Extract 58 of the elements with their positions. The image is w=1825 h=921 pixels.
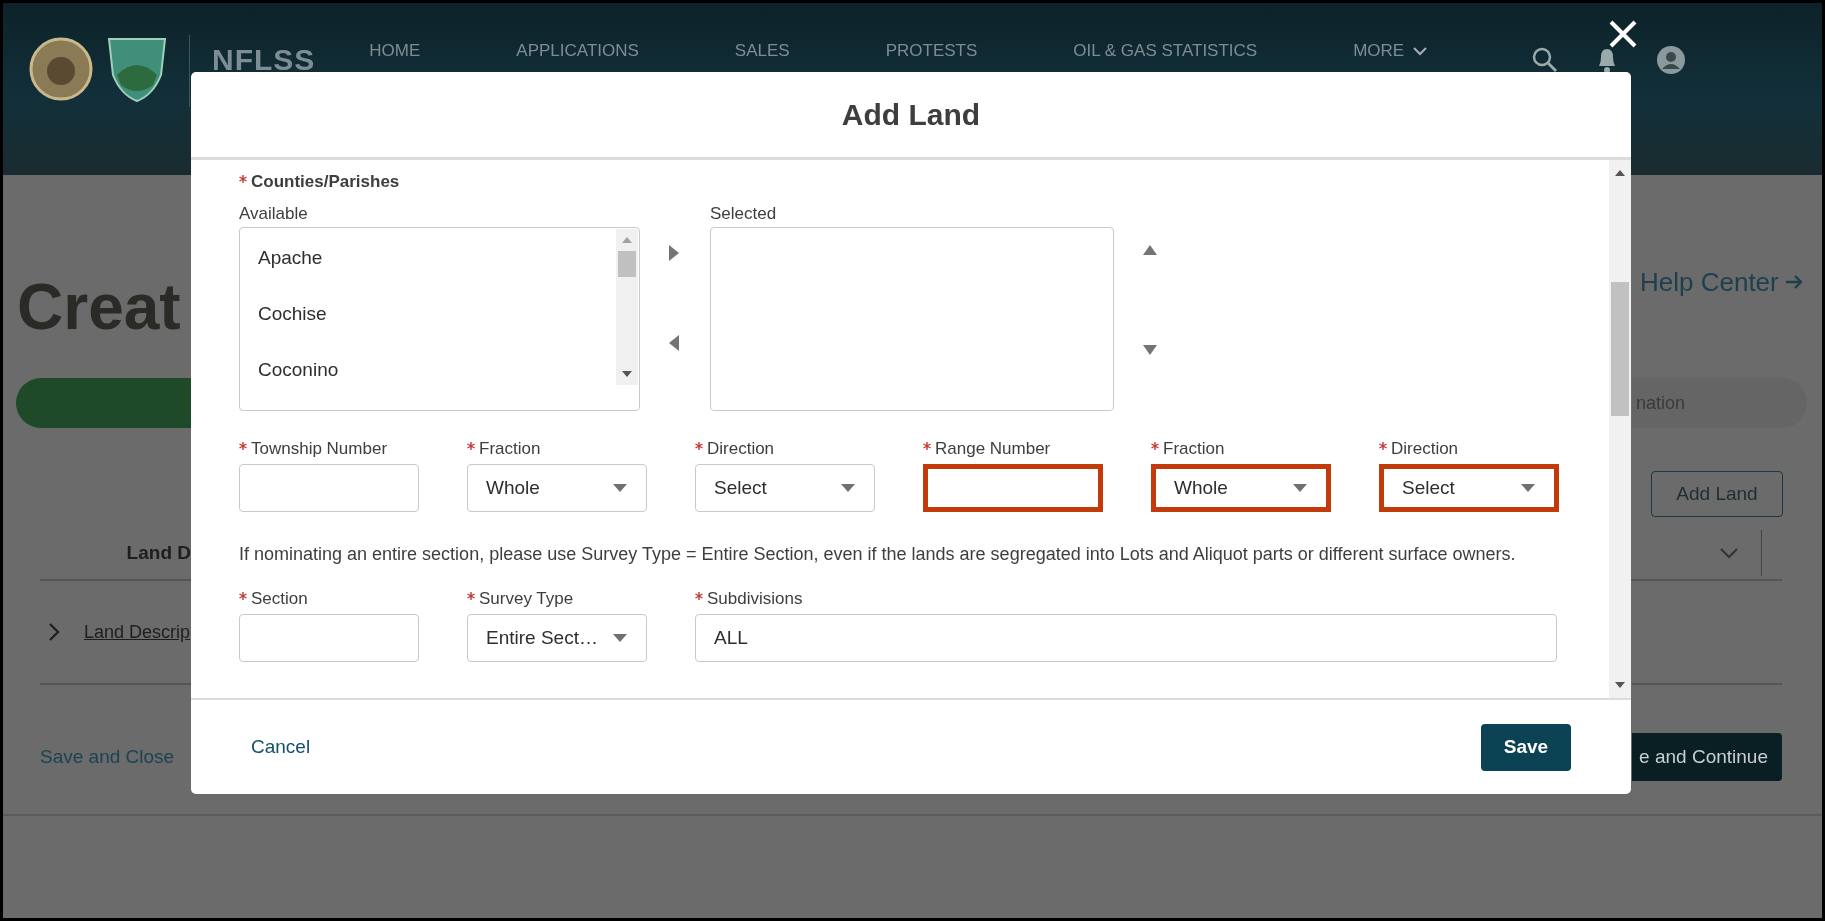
caret-down-icon: [612, 633, 628, 643]
scrollbar-drawing[interactable]: [616, 229, 638, 385]
arrow-right-icon: [1784, 274, 1803, 290]
triangle-right-icon[interactable]: [668, 244, 680, 262]
save-button[interactable]: Save: [1481, 723, 1571, 771]
continue-button[interactable]: e and Continue: [1632, 733, 1782, 781]
input-field[interactable]: [239, 464, 419, 512]
list-option[interactable]: Apache: [240, 236, 616, 292]
modal-title: Add Land: [841, 97, 981, 132]
field-label: Survey Type: [479, 589, 574, 609]
field-label: Direction: [1391, 439, 1459, 459]
caret-down-icon: [1292, 483, 1308, 493]
list-option[interactable]: Cochise: [240, 292, 616, 348]
list-label: Available: [239, 204, 309, 224]
input-field[interactable]: [923, 464, 1103, 512]
scrollbar-drawing[interactable]: [1609, 160, 1631, 698]
field-label: Direction: [707, 439, 775, 459]
field-label: Township Number: [251, 439, 388, 459]
search-icon[interactable]: [1532, 47, 1559, 73]
chevron-right-icon[interactable]: [48, 622, 60, 642]
nav-link[interactable]: SALES: [734, 39, 790, 63]
field-label: Section: [251, 589, 308, 609]
page-title: Creat: [17, 270, 181, 344]
dropdown[interactable]: Whole: [1151, 464, 1331, 512]
field-label: Fraction: [479, 439, 541, 459]
triangle-down-icon[interactable]: [1142, 344, 1158, 356]
field-label: Range Number: [935, 439, 1051, 459]
input-field[interactable]: [239, 614, 419, 662]
dropdown[interactable]: Select: [695, 464, 875, 512]
nav-menu[interactable]: MORE: [1353, 39, 1429, 63]
caret-down-icon: [1520, 483, 1536, 493]
nav-link[interactable]: HOME: [369, 39, 421, 63]
chevron-down-icon[interactable]: [1719, 547, 1739, 559]
nav-link[interactable]: OIL & GAS STATISTICS: [1073, 39, 1258, 63]
list-label: Selected: [710, 204, 778, 224]
caret-down-icon: [840, 483, 856, 493]
shield-icon: [105, 35, 169, 103]
caret-down-icon: [612, 483, 628, 493]
help-text: If nominating an entire section, please use Survey Type = Entire Section, even if the lands are segregated into Lots and Aliquot parts or different surface owners.: [239, 543, 1517, 566]
avatar-icon[interactable]: [1656, 45, 1687, 75]
list-option[interactable]: Coconino: [240, 348, 616, 404]
seal-icon: [29, 37, 93, 101]
chevron-down-icon: [1412, 46, 1429, 56]
triangle-up-icon[interactable]: [1142, 244, 1158, 256]
nav-link[interactable]: PROTESTS: [885, 39, 978, 63]
cancel-link[interactable]: Cancel: [251, 736, 311, 758]
dropdown[interactable]: Select: [1379, 464, 1559, 512]
nav-link[interactable]: APPLICATIONS: [516, 39, 639, 63]
column-header: Land D: [126, 542, 191, 564]
close-icon[interactable]: [1608, 19, 1638, 49]
dropdown[interactable]: Entire Sect…: [467, 614, 647, 662]
dropdown[interactable]: Whole: [467, 464, 647, 512]
input-field[interactable]: ALL: [695, 614, 1557, 662]
field-label: Fraction: [1163, 439, 1225, 459]
brand-name: NFLSS: [212, 43, 316, 77]
triangle-left-icon[interactable]: [668, 334, 680, 352]
field-label: Subdivisions: [707, 589, 803, 609]
field-label: Counties/Parishes: [251, 172, 400, 192]
